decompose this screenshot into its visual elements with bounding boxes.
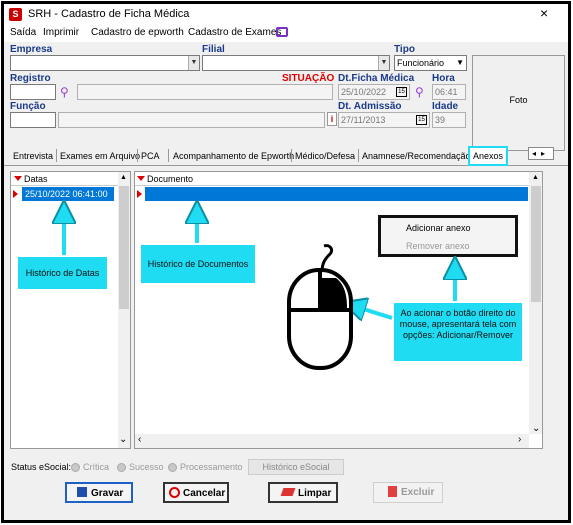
radio-sucesso-label: Sucesso	[129, 462, 164, 472]
clear-button[interactable]: Limpar	[268, 482, 338, 503]
clear-label: Limpar	[298, 488, 332, 499]
save-button[interactable]: Gravar	[65, 482, 133, 503]
radio-critica[interactable]	[71, 463, 80, 472]
delete-button[interactable]: Excluir	[373, 482, 443, 503]
status-esocial-label: Status eSocial:	[11, 462, 72, 472]
historico-esocial-button[interactable]: Histórico eSocial	[248, 459, 344, 475]
cancel-label: Cancelar	[183, 488, 226, 499]
radio-critica-label: Crítica	[83, 462, 110, 472]
callout-documentos: Histórico de Documentos	[141, 245, 255, 283]
radio-sucesso[interactable]	[117, 463, 126, 472]
radio-processamento[interactable]	[168, 463, 177, 472]
cancel-icon	[169, 487, 180, 498]
callout-datas: Histórico de Datas	[18, 257, 107, 289]
cancel-button[interactable]: Cancelar	[163, 482, 229, 503]
callout-mouse: Ao acionar o botão direito do mouse, apr…	[394, 303, 522, 361]
eraser-icon	[280, 488, 296, 496]
disk-icon	[77, 487, 87, 497]
delete-label: Excluir	[401, 487, 435, 498]
trash-icon	[388, 486, 397, 497]
save-label: Gravar	[91, 488, 124, 499]
radio-processamento-label: Processamento	[180, 462, 243, 472]
mouse-icon	[287, 244, 353, 370]
